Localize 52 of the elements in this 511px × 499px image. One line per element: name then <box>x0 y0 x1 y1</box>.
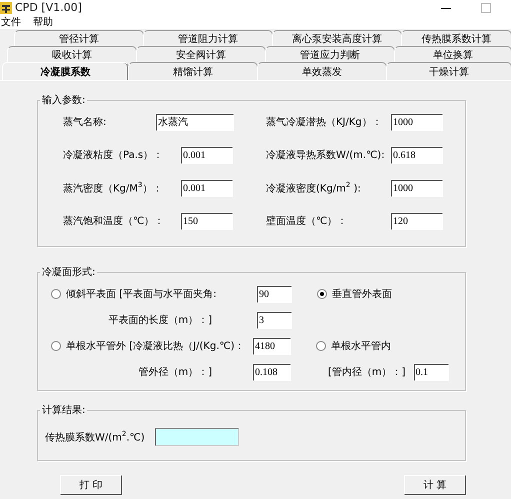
input-field[interactable]: 3 <box>257 312 292 328</box>
field-label: 传热膜系数W/(m$^{2}$.℃) <box>45 430 145 444</box>
input-field[interactable]: 1000 <box>391 114 443 130</box>
field-label: 冷凝液导热系数W/(m.℃): <box>266 148 385 162</box>
field-label: [管内径（m）：] <box>328 366 406 379</box>
menu-item[interactable]: 帮助 <box>33 15 53 29</box>
tab[interactable]: 管径计算 <box>14 30 144 46</box>
tab[interactable]: 精馏计算 <box>128 62 258 80</box>
radio-button[interactable]: 倾斜平表面 [平表面与水平面夹角: <box>51 287 216 301</box>
field-label: 管外径（m）：] <box>138 366 212 379</box>
tab[interactable]: 管道应力判断 <box>265 46 395 62</box>
field-label: 蒸汽密度（Kg/M$^{3}$）： <box>63 180 162 196</box>
radio-button[interactable]: 垂直管外表面 <box>317 287 392 301</box>
window-title: CPD [V1.00] <box>15 1 82 14</box>
tab[interactable]: 干燥计算 <box>386 62 511 80</box>
input-field[interactable]: 0.108 <box>253 364 291 380</box>
input-field[interactable]: 1000 <box>391 180 443 196</box>
input-field[interactable]: 90 <box>257 286 292 302</box>
group-title: 输入参数: <box>41 94 86 107</box>
tab[interactable]: 传热膜系数计算 <box>401 30 511 46</box>
print-button[interactable]: 打 印 <box>60 475 122 495</box>
input-field[interactable]: 150 <box>181 212 233 230</box>
input-field[interactable]: 0.618 <box>391 146 443 164</box>
tab[interactable]: 离心泵安装高度计算 <box>272 30 402 46</box>
group-title: 计算结果: <box>41 404 86 417</box>
app-icon <box>0 2 12 14</box>
field-label: 蒸汽饱和温度（℃）： <box>63 214 164 228</box>
tab[interactable]: 吸收计算 <box>7 46 137 62</box>
input-field[interactable]: 120 <box>391 212 443 230</box>
tab[interactable]: 单效蒸发 <box>257 62 387 80</box>
field-label: 壁面温度（℃）： <box>266 214 348 228</box>
input-field[interactable]: 0.1 <box>414 364 449 380</box>
input-field[interactable]: 0.001 <box>181 146 233 164</box>
maximize-icon[interactable] <box>481 2 491 12</box>
field-label: 蒸气名称: <box>63 116 106 129</box>
radio-button[interactable]: 单根水平管内 <box>316 339 391 353</box>
result-field[interactable] <box>154 428 239 446</box>
field-label: 平表面的长度（m）：] <box>108 314 212 327</box>
field-label: 冷凝液粘度（Pa.s）： <box>63 148 164 162</box>
group-title: 冷凝面形式: <box>41 266 96 279</box>
tab[interactable]: 冷凝膜系数 <box>2 62 129 80</box>
tab[interactable]: 单位换算 <box>394 46 511 62</box>
tab[interactable]: 安全阀计算 <box>136 46 266 62</box>
input-field[interactable]: 水蒸汽 <box>156 114 234 130</box>
input-field[interactable]: 4180 <box>253 338 291 354</box>
field-label: 蒸气冷凝潜热（KJ/Kg）： <box>266 116 382 129</box>
menu-item[interactable]: 文件 <box>1 15 21 29</box>
input-field[interactable]: 0.001 <box>181 180 233 196</box>
field-label: 冷凝液密度(Kg/m$^{2}$ ): <box>266 180 361 196</box>
radio-button[interactable]: 单根水平管外 [冷凝液比热（J/(Kg.℃)： <box>51 339 245 353</box>
calculate-button[interactable]: 计 算 <box>404 475 466 495</box>
tab[interactable]: 管道阻力计算 <box>143 30 273 46</box>
